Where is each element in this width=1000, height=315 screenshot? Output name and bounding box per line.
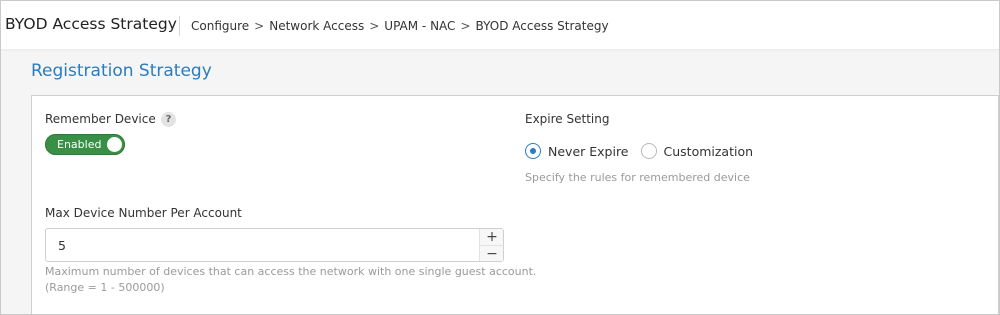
decrement-button[interactable]: − <box>480 245 504 262</box>
breadcrumb-separator: > <box>254 19 265 33</box>
remember-device-label: Remember Device <box>45 112 156 126</box>
max-device-hint-line: Maximum number of devices that can acces… <box>45 265 537 278</box>
max-device-label: Max Device Number Per Account <box>45 206 242 220</box>
top-bar: BYOD Access Strategy Configure > Network… <box>1 1 999 49</box>
expire-setting-radio-group: Never Expire Customization <box>525 143 765 159</box>
page-title: BYOD Access Strategy <box>5 15 177 33</box>
increment-button[interactable]: + <box>480 229 504 245</box>
breadcrumb-configure[interactable]: Configure <box>191 19 249 33</box>
max-device-input[interactable] <box>46 229 478 261</box>
customization-label[interactable]: Customization <box>664 144 754 159</box>
toggle-knob <box>107 137 122 152</box>
title-divider <box>179 16 180 36</box>
never-expire-radio[interactable] <box>525 143 541 159</box>
app-window: BYOD Access Strategy Configure > Network… <box>0 0 1000 315</box>
customization-radio[interactable] <box>640 143 657 159</box>
max-device-range-hint: (Range = 1 - 500000) <box>45 281 165 294</box>
remember-device-toggle[interactable]: Enabled <box>45 134 125 155</box>
breadcrumb-current: BYOD Access Strategy <box>475 19 609 33</box>
stepper-buttons: + − <box>479 229 504 262</box>
help-icon[interactable]: ? <box>161 112 176 127</box>
max-device-stepper: + − <box>45 228 504 262</box>
breadcrumb-network-access[interactable]: Network Access <box>269 19 364 33</box>
section-title: Registration Strategy <box>31 61 212 81</box>
never-expire-label[interactable]: Never Expire <box>548 144 629 159</box>
breadcrumb-separator: > <box>460 19 471 33</box>
expire-setting-hint: Specify the rules for remembered device <box>525 171 750 184</box>
breadcrumb-separator: > <box>369 19 380 33</box>
max-device-hint: Maximum number of devices that can acces… <box>45 264 536 296</box>
breadcrumb-upam-nac[interactable]: UPAM - NAC <box>384 19 455 33</box>
expire-setting-label: Expire Setting <box>525 112 610 126</box>
toggle-label: Enabled <box>57 138 102 151</box>
breadcrumb: Configure > Network Access > UPAM - NAC … <box>191 19 609 33</box>
